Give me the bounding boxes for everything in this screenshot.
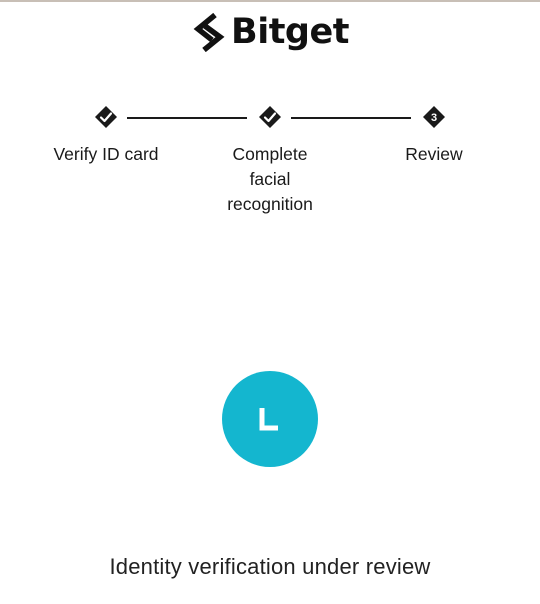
step-connector-1 xyxy=(127,117,247,119)
step-3-number: 3 xyxy=(431,112,437,124)
review-status-badge xyxy=(222,371,318,467)
top-divider xyxy=(0,0,540,2)
step-2-label-text: Complete facial recognition xyxy=(227,144,313,214)
status-message: Identity verification under review xyxy=(109,554,431,579)
brand-logo: Bitget xyxy=(0,10,540,54)
step-2-label: Complete facial recognition xyxy=(195,142,345,217)
step-1-label: Verify ID card xyxy=(53,144,159,164)
step-3-number-icon: 3 xyxy=(423,106,445,128)
step-2-check-icon xyxy=(259,106,281,128)
step-3-label: Review xyxy=(405,144,463,164)
step-1-check-icon xyxy=(95,106,117,128)
step-connector-2 xyxy=(291,117,411,119)
clock-icon xyxy=(259,408,278,431)
brand-name: Bitget xyxy=(231,12,349,52)
verification-stepper: 3 Verify ID card Complete facial recogni… xyxy=(0,106,540,226)
bitget-logo-icon xyxy=(193,12,225,52)
